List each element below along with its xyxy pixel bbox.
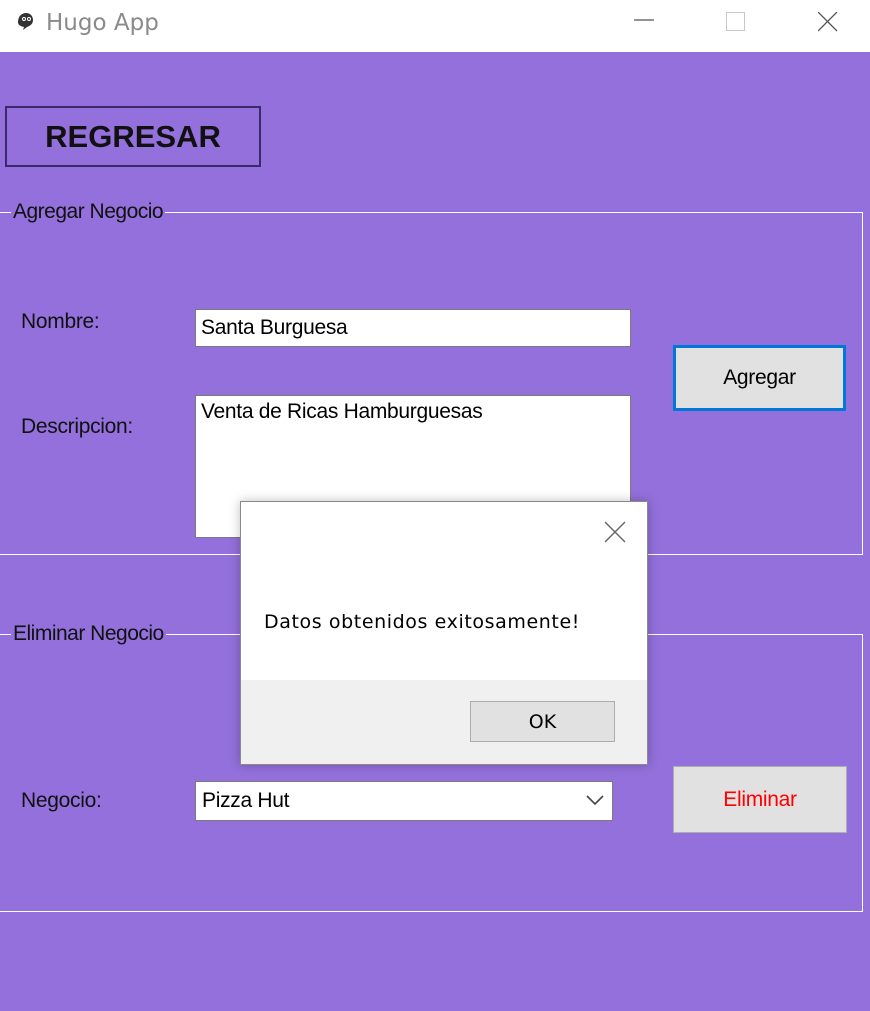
message-dialog: Datos obtenidos exitosamente! OK xyxy=(240,501,648,765)
business-select-value: Pizza Hut xyxy=(202,789,290,812)
app-icon xyxy=(14,10,36,32)
business-select[interactable]: Pizza Hut xyxy=(195,781,613,821)
window-title: Hugo App xyxy=(46,10,159,36)
chevron-down-icon xyxy=(586,795,604,806)
close-icon xyxy=(604,521,626,543)
close-window-button[interactable] xyxy=(782,0,870,44)
delete-business-legend: Eliminar Negocio xyxy=(11,622,166,646)
minimize-icon xyxy=(634,19,654,21)
title-bar: Hugo App xyxy=(0,0,870,52)
delete-button[interactable]: Eliminar xyxy=(673,766,847,833)
back-button[interactable]: REGRESAR xyxy=(5,106,261,167)
maximize-button[interactable] xyxy=(690,0,782,44)
add-button[interactable]: Agregar xyxy=(673,345,846,411)
description-label: Descripcion: xyxy=(21,415,133,438)
close-icon xyxy=(818,12,838,32)
dialog-message: Datos obtenidos exitosamente! xyxy=(264,611,580,633)
name-label: Nombre: xyxy=(21,310,100,333)
maximize-icon xyxy=(726,12,745,31)
business-label: Negocio: xyxy=(21,789,102,812)
ok-button[interactable]: OK xyxy=(470,701,615,742)
dialog-footer: OK xyxy=(241,680,647,764)
minimize-button[interactable] xyxy=(598,0,690,44)
name-input[interactable] xyxy=(195,309,631,347)
dialog-close-button[interactable] xyxy=(601,518,629,546)
add-business-legend: Agregar Negocio xyxy=(11,200,166,224)
